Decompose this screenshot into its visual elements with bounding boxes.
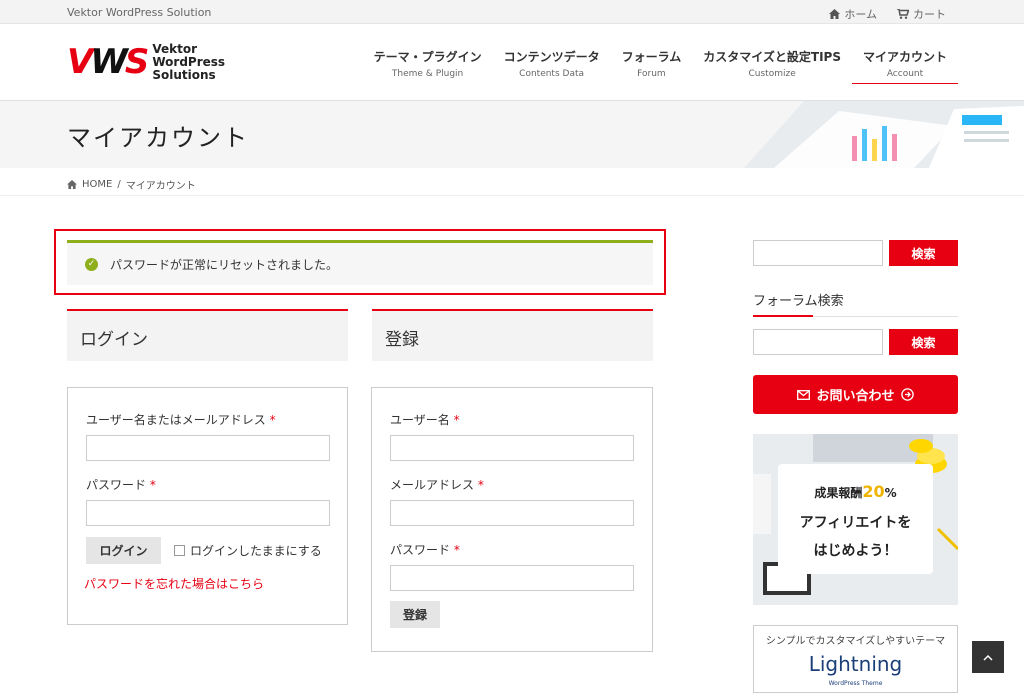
home-icon: [829, 9, 841, 19]
cart-icon: [897, 9, 909, 19]
top-cart-label: カート: [913, 8, 946, 21]
page-title: マイアカウント: [67, 124, 249, 152]
affiliate-card: 成果報酬20% アフィリエイトを はじめよう！: [778, 464, 933, 574]
register-password-label: パスワード *: [390, 543, 460, 557]
mail-icon: [797, 389, 811, 400]
page-header: マイアカウント: [0, 101, 1024, 168]
forum-search-button[interactable]: 検索: [889, 329, 958, 355]
logo-text: Vektor WordPress Solutions: [152, 41, 226, 82]
lightning-logo: Lightning: [808, 652, 903, 676]
remember-me-checkbox[interactable]: ログインしたままにする: [174, 542, 322, 559]
top-bar: Vektor WordPress Solution ホーム カート: [0, 0, 1024, 24]
login-password-label: パスワード *: [86, 478, 156, 492]
success-notice: ✓ パスワードが正常にリセットされました。: [67, 240, 653, 285]
site-search-input[interactable]: [753, 240, 883, 266]
login-heading-bar: ログイン: [67, 309, 348, 361]
register-email-label: メールアドレス *: [390, 478, 484, 492]
notice-message: パスワードが正常にリセットされました。: [110, 257, 339, 272]
breadcrumb: HOME / マイアカウント: [67, 177, 196, 192]
breadcrumb-separator: /: [117, 179, 121, 190]
breadcrumb-divider: [0, 195, 1024, 196]
arrow-circle-right-icon: [900, 388, 914, 401]
affiliate-banner[interactable]: 成果報酬20% アフィリエイトを はじめよう！: [753, 434, 958, 605]
register-username-input[interactable]: [390, 435, 634, 461]
home-icon: [67, 180, 77, 189]
checkbox-box[interactable]: [174, 545, 185, 556]
login-button[interactable]: ログイン: [86, 537, 161, 564]
forum-search-divider: [753, 315, 958, 317]
check-circle-icon: ✓: [85, 257, 98, 271]
lost-password-link[interactable]: パスワードを忘れた場合はこちら: [84, 575, 264, 592]
forum-search-heading: フォーラム検索: [753, 294, 844, 309]
nav-item-account[interactable]: マイアカウント Account: [851, 48, 958, 84]
register-username-label: ユーザー名 *: [390, 413, 460, 427]
login-form: ユーザー名またはメールアドレス * パスワード * ログイン ログインしたままに…: [67, 387, 348, 625]
site-search-button[interactable]: 検索: [889, 240, 958, 266]
login-username-label: ユーザー名またはメールアドレス *: [86, 413, 276, 427]
contact-label: お問い合わせ: [816, 389, 895, 404]
register-heading-bar: 登録: [372, 309, 653, 361]
lightning-caption: シンプルでカスタマイズしやすいテーマ: [765, 636, 946, 647]
affiliate-line-3: はじめよう！: [813, 543, 898, 559]
remember-me-label: ログインしたままにする: [190, 544, 322, 558]
register-heading: 登録: [385, 330, 419, 350]
nav-item-theme-plugin[interactable]: テーマ・プラグイン Theme & Plugin: [363, 48, 493, 108]
main-nav: テーマ・プラグイン Theme & Plugin コンテンツデータ Contents…: [363, 48, 958, 108]
logo-mark: VWS: [67, 42, 149, 82]
lightning-theme-banner[interactable]: シンプルでカスタマイズしやすいテーマ Lightning WordPress T…: [753, 625, 958, 693]
top-links: ホーム カート: [829, 6, 946, 22]
chevron-up-icon: [983, 654, 993, 661]
back-to-top-button[interactable]: [972, 641, 1004, 673]
contact-button[interactable]: お問い合わせ: [753, 375, 958, 414]
lightning-subtitle: WordPress Theme: [828, 680, 883, 687]
header-decoration-image: [744, 101, 1024, 168]
login-password-input[interactable]: [86, 500, 330, 526]
top-home-link[interactable]: ホーム: [829, 6, 877, 22]
forum-search-input[interactable]: [753, 329, 883, 355]
site-logo[interactable]: VWS Vektor WordPress Solutions: [67, 42, 225, 82]
nav-item-forum[interactable]: フォーラム Forum: [611, 48, 693, 108]
top-home-label: ホーム: [844, 8, 877, 21]
site-name: Vektor WordPress Solution: [67, 6, 212, 19]
register-email-input[interactable]: [390, 500, 634, 526]
top-cart-link[interactable]: カート: [897, 6, 946, 22]
affiliate-line-2: アフィリエイトを: [799, 515, 912, 531]
login-heading: ログイン: [80, 330, 148, 350]
register-password-input[interactable]: [390, 565, 634, 591]
site-header: VWS Vektor WordPress Solutions テーマ・プラグイン…: [0, 24, 1024, 101]
nav-item-customize[interactable]: カスタマイズと設定TIPS Customize: [692, 48, 852, 108]
breadcrumb-home[interactable]: HOME: [82, 179, 112, 190]
affiliate-line-1: 成果報酬20%: [814, 482, 897, 501]
register-button[interactable]: 登録: [390, 601, 440, 628]
register-form: ユーザー名 * メールアドレス * パスワード * 登録: [371, 387, 653, 652]
nav-item-contents-data[interactable]: コンテンツデータ Contents Data: [493, 48, 611, 108]
login-username-input[interactable]: [86, 435, 330, 461]
breadcrumb-current: マイアカウント: [125, 181, 196, 192]
